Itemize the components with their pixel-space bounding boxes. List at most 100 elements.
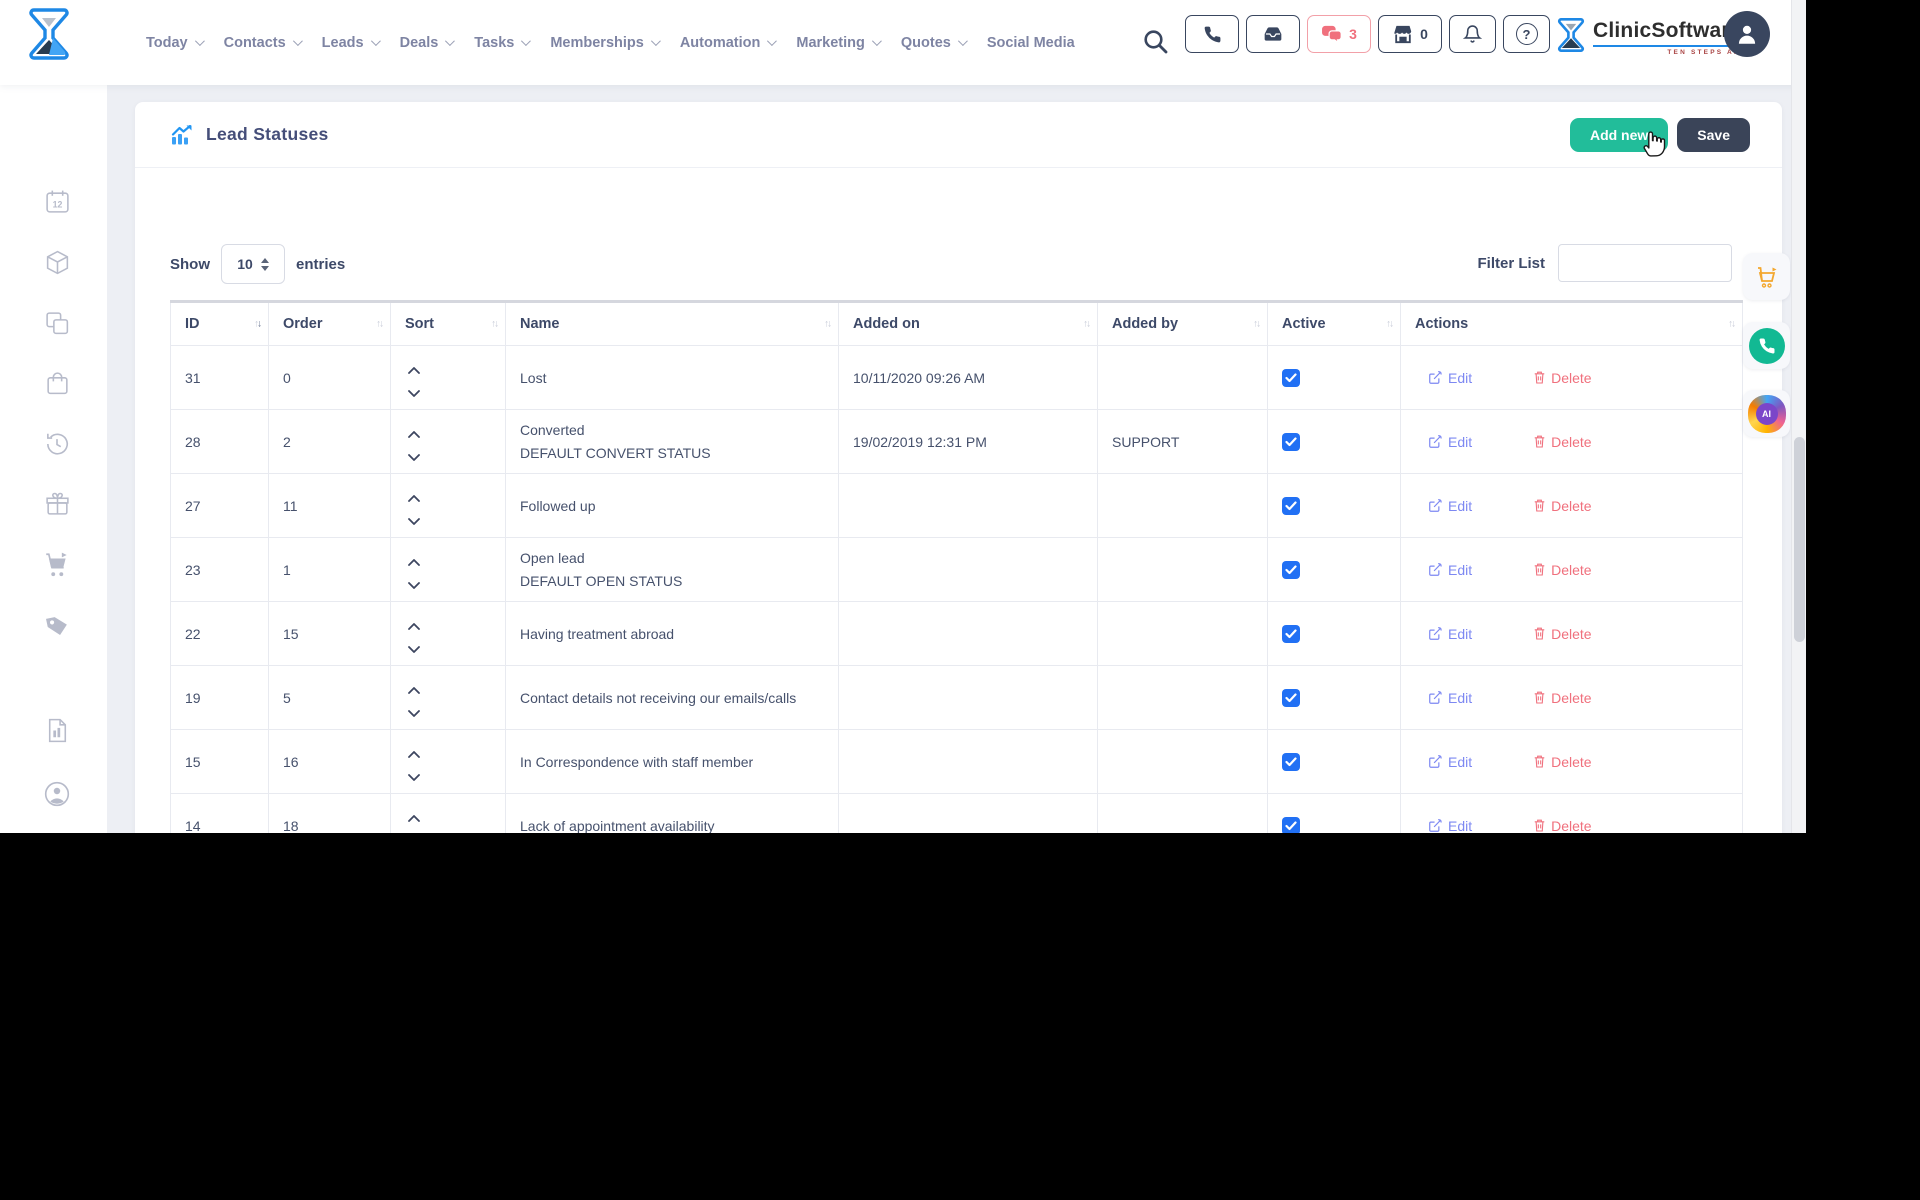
nav-item-quotes[interactable]: Quotes: [901, 35, 965, 51]
nav-item-contacts[interactable]: Contacts: [224, 35, 300, 51]
sidebar-account-icon[interactable]: [41, 778, 73, 810]
sidebar-tag-icon[interactable]: [41, 609, 73, 641]
phone-button[interactable]: [1185, 15, 1239, 53]
person-icon: [1734, 21, 1760, 47]
floating-whatsapp-button[interactable]: [1743, 322, 1790, 369]
move-up-button[interactable]: [407, 362, 421, 370]
store-button[interactable]: 0: [1378, 15, 1442, 53]
chevron-down-icon: [445, 36, 455, 46]
sidebar-report-icon[interactable]: [41, 714, 73, 746]
header-id[interactable]: ID: [171, 302, 269, 346]
move-up-button[interactable]: [407, 746, 421, 754]
active-checkbox[interactable]: [1282, 369, 1300, 387]
cell-name: Lack of appointment availability: [506, 794, 839, 834]
cell-actions: Edit Delete: [1401, 794, 1743, 834]
sidebar-calendar-icon[interactable]: 12: [41, 185, 73, 217]
cell-active: [1268, 794, 1401, 834]
active-checkbox[interactable]: [1282, 433, 1300, 451]
header-sort[interactable]: Sort: [391, 302, 506, 346]
cell-active: [1268, 538, 1401, 602]
cell-added-by: [1098, 794, 1268, 834]
edit-link[interactable]: Edit: [1429, 562, 1472, 578]
move-up-button[interactable]: [407, 554, 421, 562]
active-checkbox[interactable]: [1282, 817, 1300, 834]
header-added-on[interactable]: Added on: [839, 302, 1098, 346]
sidebar-copy-icon[interactable]: [41, 307, 73, 339]
header-active[interactable]: Active: [1268, 302, 1401, 346]
move-up-button[interactable]: [407, 682, 421, 690]
delete-link[interactable]: Delete: [1534, 498, 1591, 514]
active-checkbox[interactable]: [1282, 625, 1300, 643]
header-actions[interactable]: Actions: [1401, 302, 1743, 346]
delete-link[interactable]: Delete: [1534, 754, 1591, 770]
nav-item-leads[interactable]: Leads: [322, 35, 378, 51]
edit-link[interactable]: Edit: [1429, 690, 1472, 706]
nav-item-automation[interactable]: Automation: [680, 35, 775, 51]
sidebar-gift-icon[interactable]: [41, 488, 73, 520]
delete-link[interactable]: Delete: [1534, 434, 1591, 450]
floating-cart-button[interactable]: [1743, 253, 1790, 300]
nav-item-memberships[interactable]: Memberships: [550, 35, 657, 51]
help-button[interactable]: ?: [1503, 15, 1550, 53]
page-size-select[interactable]: 10: [221, 244, 285, 284]
inbox-button[interactable]: [1246, 15, 1300, 53]
active-checkbox[interactable]: [1282, 753, 1300, 771]
delete-link[interactable]: Delete: [1534, 562, 1591, 578]
trash-icon: [1534, 819, 1545, 832]
sidebar-cart-icon[interactable]: [41, 549, 73, 581]
chevron-down-icon: [767, 36, 777, 46]
header-name[interactable]: Name: [506, 302, 839, 346]
notifications-button[interactable]: [1449, 15, 1496, 53]
search-icon[interactable]: [1142, 28, 1169, 60]
move-up-button[interactable]: [407, 810, 421, 818]
delete-link[interactable]: Delete: [1534, 818, 1591, 834]
edit-link[interactable]: Edit: [1429, 626, 1472, 642]
edit-link[interactable]: Edit: [1429, 370, 1472, 386]
sidebar-history-icon[interactable]: [41, 428, 73, 460]
edit-link[interactable]: Edit: [1429, 818, 1472, 834]
move-down-button[interactable]: [407, 641, 421, 649]
cell-id: 28: [171, 410, 269, 474]
move-down-button[interactable]: [407, 449, 421, 457]
move-down-button[interactable]: [407, 577, 421, 585]
header-order[interactable]: Order: [269, 302, 391, 346]
filter-list-input[interactable]: [1558, 244, 1732, 282]
filter-list-label: Filter List: [1477, 255, 1545, 272]
move-up-button[interactable]: [407, 490, 421, 498]
delete-link[interactable]: Delete: [1534, 690, 1591, 706]
header-added-by[interactable]: Added by: [1098, 302, 1268, 346]
active-checkbox[interactable]: [1282, 561, 1300, 579]
scrollbar-thumb[interactable]: [1794, 437, 1805, 642]
move-down-button[interactable]: [407, 385, 421, 393]
add-new-button[interactable]: Add new: [1570, 118, 1668, 152]
nav-item-today[interactable]: Today: [146, 35, 202, 51]
edit-link[interactable]: Edit: [1429, 498, 1472, 514]
vertical-scrollbar[interactable]: [1791, 0, 1806, 833]
move-up-button[interactable]: [407, 426, 421, 434]
active-checkbox[interactable]: [1282, 497, 1300, 515]
avatar[interactable]: [1724, 11, 1770, 57]
cell-added-by: [1098, 666, 1268, 730]
sidebar-package-icon[interactable]: [41, 246, 73, 278]
nav-item-tasks[interactable]: Tasks: [474, 35, 528, 51]
nav-item-deals[interactable]: Deals: [400, 35, 453, 51]
move-down-button[interactable]: [407, 513, 421, 521]
cell-order: 11: [269, 474, 391, 538]
delete-link[interactable]: Delete: [1534, 370, 1591, 386]
active-checkbox[interactable]: [1282, 689, 1300, 707]
cell-name: Having treatment abroad: [506, 602, 839, 666]
edit-link[interactable]: Edit: [1429, 754, 1472, 770]
nav-item-social-media[interactable]: Social Media: [987, 35, 1075, 51]
main-nav: Today Contacts Leads Deals Tasks Members…: [146, 0, 1075, 85]
floating-ai-button[interactable]: AI: [1743, 390, 1790, 437]
move-up-button[interactable]: [407, 618, 421, 626]
chat-button[interactable]: 3: [1307, 15, 1371, 53]
nav-item-marketing[interactable]: Marketing: [796, 35, 879, 51]
app-logo-hourglass-icon[interactable]: [26, 6, 72, 62]
sidebar-shopping-bag-icon[interactable]: [41, 367, 73, 399]
move-down-button[interactable]: [407, 769, 421, 777]
delete-link[interactable]: Delete: [1534, 626, 1591, 642]
save-button[interactable]: Save: [1677, 118, 1750, 152]
move-down-button[interactable]: [407, 705, 421, 713]
edit-link[interactable]: Edit: [1429, 434, 1472, 450]
